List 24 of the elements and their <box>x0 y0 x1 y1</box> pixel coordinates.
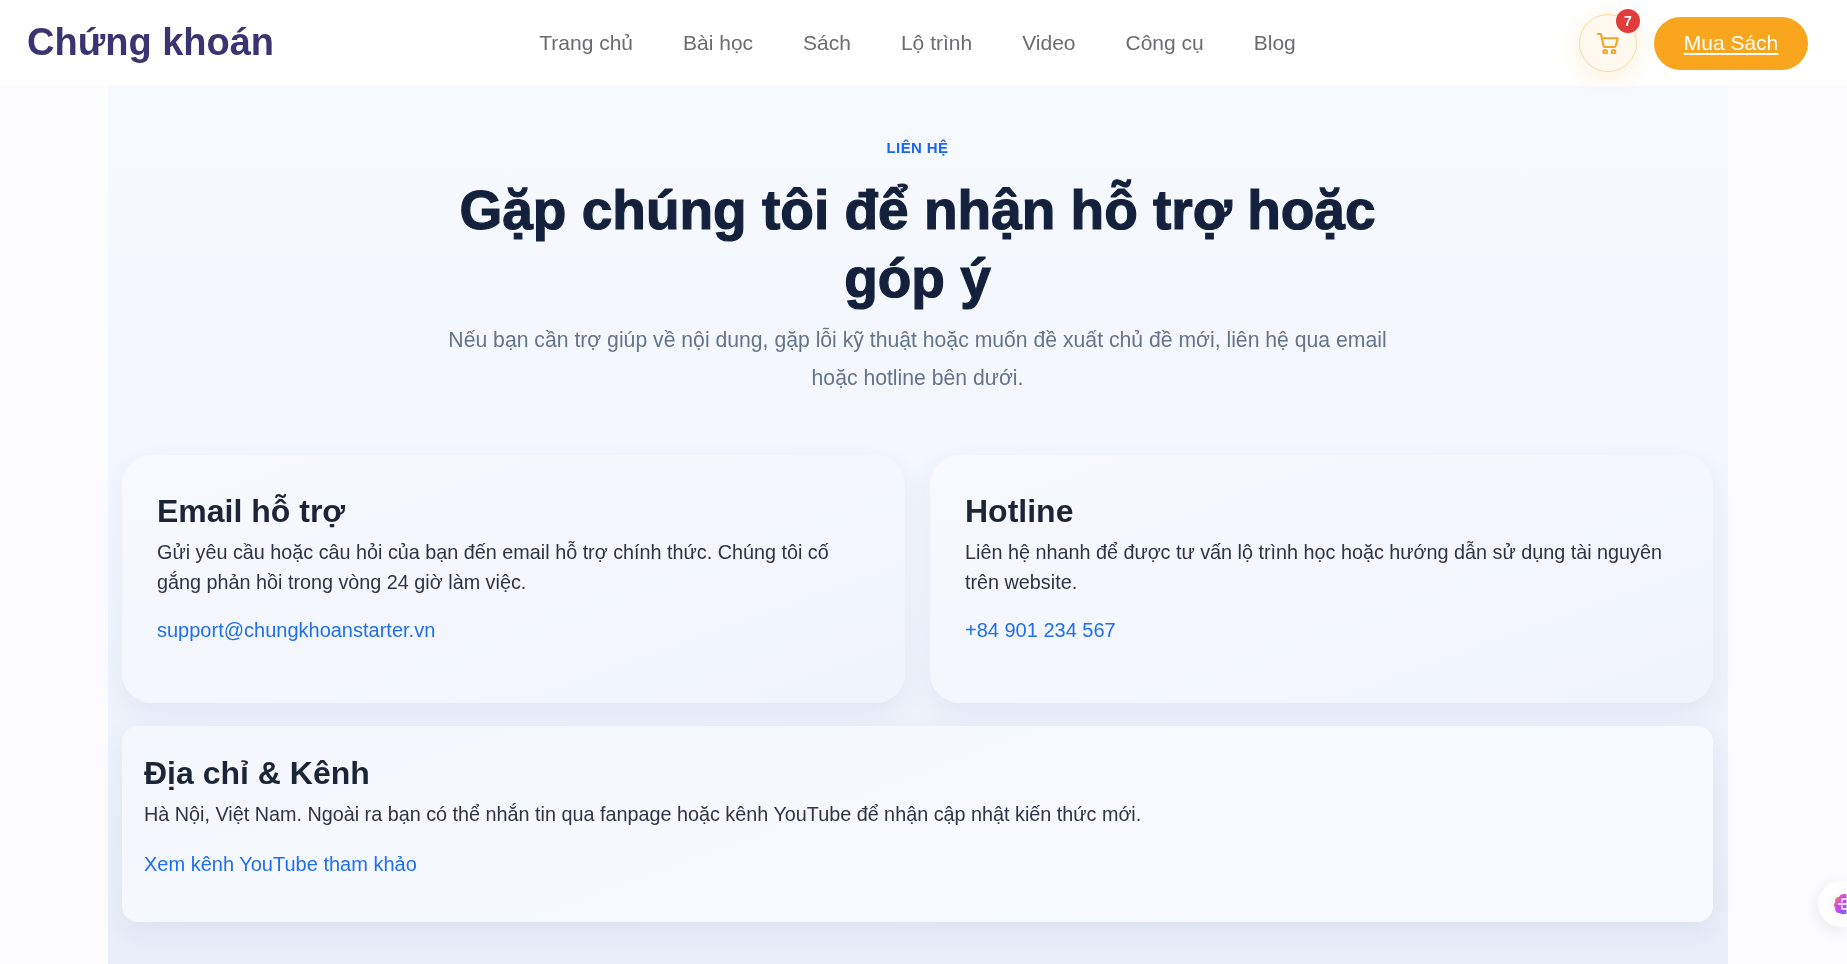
contact-link[interactable]: support@chungkhoanstarter.vn <box>157 617 436 643</box>
nav-link[interactable]: Blog <box>1253 29 1296 57</box>
card-text: Liên hệ nhanh để được tư vấn lộ trình học hoặc hướng dẫn sử dụng tài nguyên trên website. <box>965 540 1663 595</box>
assistant-button[interactable] <box>1818 881 1847 927</box>
card-title: Email hỗ trợ <box>157 492 346 531</box>
page-heading: Gặp chúng tôi để nhận hỗ trợ hoặc góp ý <box>458 178 1377 311</box>
site-logo[interactable]: Chứng khoán <box>27 20 275 66</box>
contact-link[interactable]: +84 901 234 567 <box>965 617 1116 643</box>
nav-link[interactable]: Video <box>1022 29 1076 57</box>
card-title: Địa chỉ & Kênh <box>144 754 370 793</box>
nav-link[interactable]: Trang chủ <box>539 29 633 57</box>
card-text: Gửi yêu cầu hoặc câu hỏi của bạn đến email hỗ trợ chính thức. Chúng tôi cố gắng phản hồi trong vòng 24 giờ làm việc. <box>157 540 830 595</box>
nav-link[interactable]: Sách <box>803 29 851 57</box>
youtube-link[interactable]: Xem kênh YouTube tham khảo <box>144 851 417 877</box>
nav-link[interactable]: Bài học <box>683 29 754 57</box>
card-text: Hà Nội, Việt Nam. Ngoài ra bạn có thể nhắn tin qua fanpage hoặc kênh YouTube để nhận cập nhật kiến thức mới. <box>144 802 1142 827</box>
brain-icon <box>1832 893 1847 915</box>
cart-icon <box>1597 32 1619 54</box>
cart-count: 7 <box>1616 9 1640 33</box>
nav-link[interactable]: Lộ trình <box>900 29 973 57</box>
page-subtitle: Nếu bạn cần trợ giúp về nội dung, gặp lỗi kỹ thuật hoặc muốn đề xuất chủ đề mới, liên hệ qua email hoặc hotline bên dưới. <box>447 326 1388 391</box>
card-title: Hotline <box>965 492 1074 531</box>
section-label: LIÊN HỆ <box>886 138 949 158</box>
nav-link[interactable]: Công cụ <box>1125 29 1204 57</box>
